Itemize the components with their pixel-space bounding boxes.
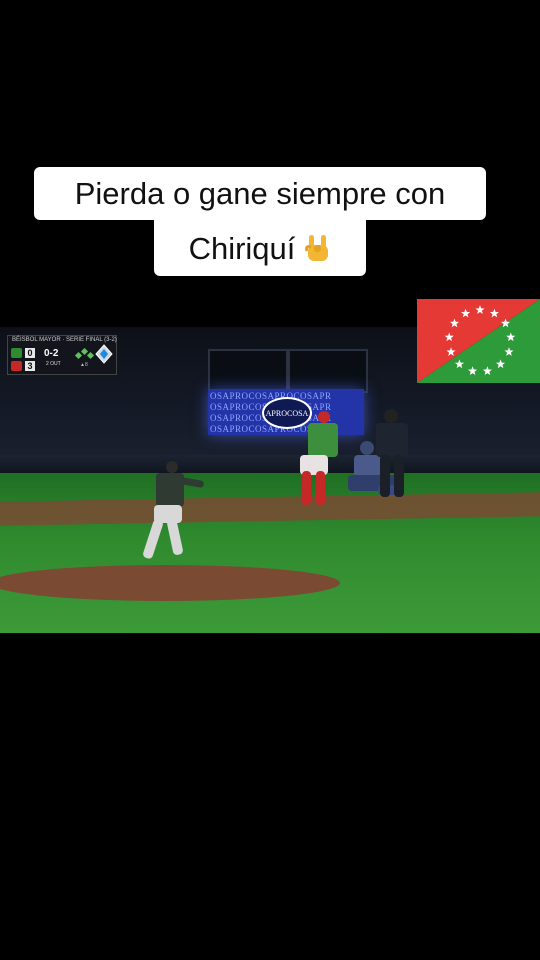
caption-text-1: Pierda o gane siempre con	[74, 176, 446, 211]
bases-diamond-icon	[74, 347, 95, 360]
league-logo-icon	[95, 344, 113, 364]
away-score: 0	[25, 347, 35, 358]
scorebug: BÉISBOL MAYOR · SERIE FINAL (3-2) 0 3 0-…	[7, 335, 117, 375]
outfield-wall	[0, 455, 540, 475]
away-team-logo	[11, 347, 22, 358]
batter	[296, 411, 346, 511]
scorebug-title: BÉISBOL MAYOR · SERIE FINAL (3-2)	[12, 337, 117, 343]
stadium-window	[208, 349, 288, 393]
caption-line-2: Chiriquí	[154, 220, 366, 276]
away-team-row: 0	[11, 347, 35, 358]
chiriqui-flag-icon	[417, 299, 540, 383]
home-team-logo	[11, 360, 22, 371]
caption-text-2: Chiriquí	[188, 230, 296, 266]
home-score: 3	[25, 360, 35, 371]
pitcher	[140, 461, 210, 571]
caption-line-1: Pierda o gane siempre con	[34, 167, 486, 220]
inning-indicator: ▲8	[80, 362, 88, 368]
home-team-row: 3	[11, 360, 35, 371]
outs-indicator: 2 OUT	[46, 361, 61, 367]
umpire	[370, 409, 416, 499]
rock-on-hand-icon	[305, 233, 331, 263]
ball-strike-count: 0-2	[44, 348, 59, 359]
stadium-window	[288, 349, 368, 393]
